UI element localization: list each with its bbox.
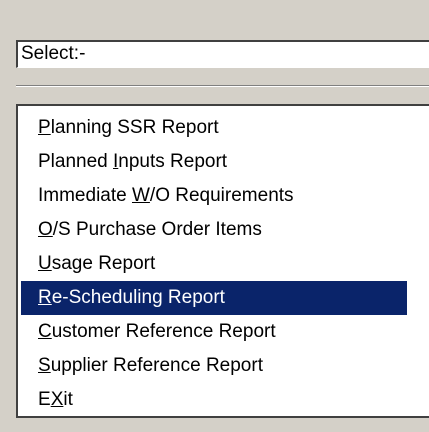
select-label: Select:- — [21, 43, 86, 64]
list-item-immediate-wo-requirements[interactable]: Immediate W/O Requirements — [18, 179, 429, 213]
report-listbox[interactable]: Planning SSR Report Planned Inputs Repor… — [16, 104, 429, 418]
list-item-rescheduling-report[interactable]: Re-Scheduling Report — [21, 281, 407, 315]
list-item-exit[interactable]: EXit — [18, 383, 429, 416]
list-item-os-purchase-order-items[interactable]: O/S Purchase Order Items — [18, 213, 429, 247]
select-field[interactable]: Select:- — [16, 40, 429, 68]
list-item-customer-reference-report[interactable]: Customer Reference Report — [18, 315, 429, 349]
list-item-planned-inputs-report[interactable]: Planned Inputs Report — [18, 145, 429, 179]
list-item-planning-ssr-report[interactable]: Planning SSR Report — [18, 111, 429, 145]
report-menu-dialog: Select:- Planning SSR Report Planned Inp… — [0, 0, 429, 432]
list-item-supplier-reference-report[interactable]: Supplier Reference Report — [18, 349, 429, 383]
list-item-usage-report[interactable]: Usage Report — [18, 247, 429, 281]
separator — [16, 85, 429, 87]
